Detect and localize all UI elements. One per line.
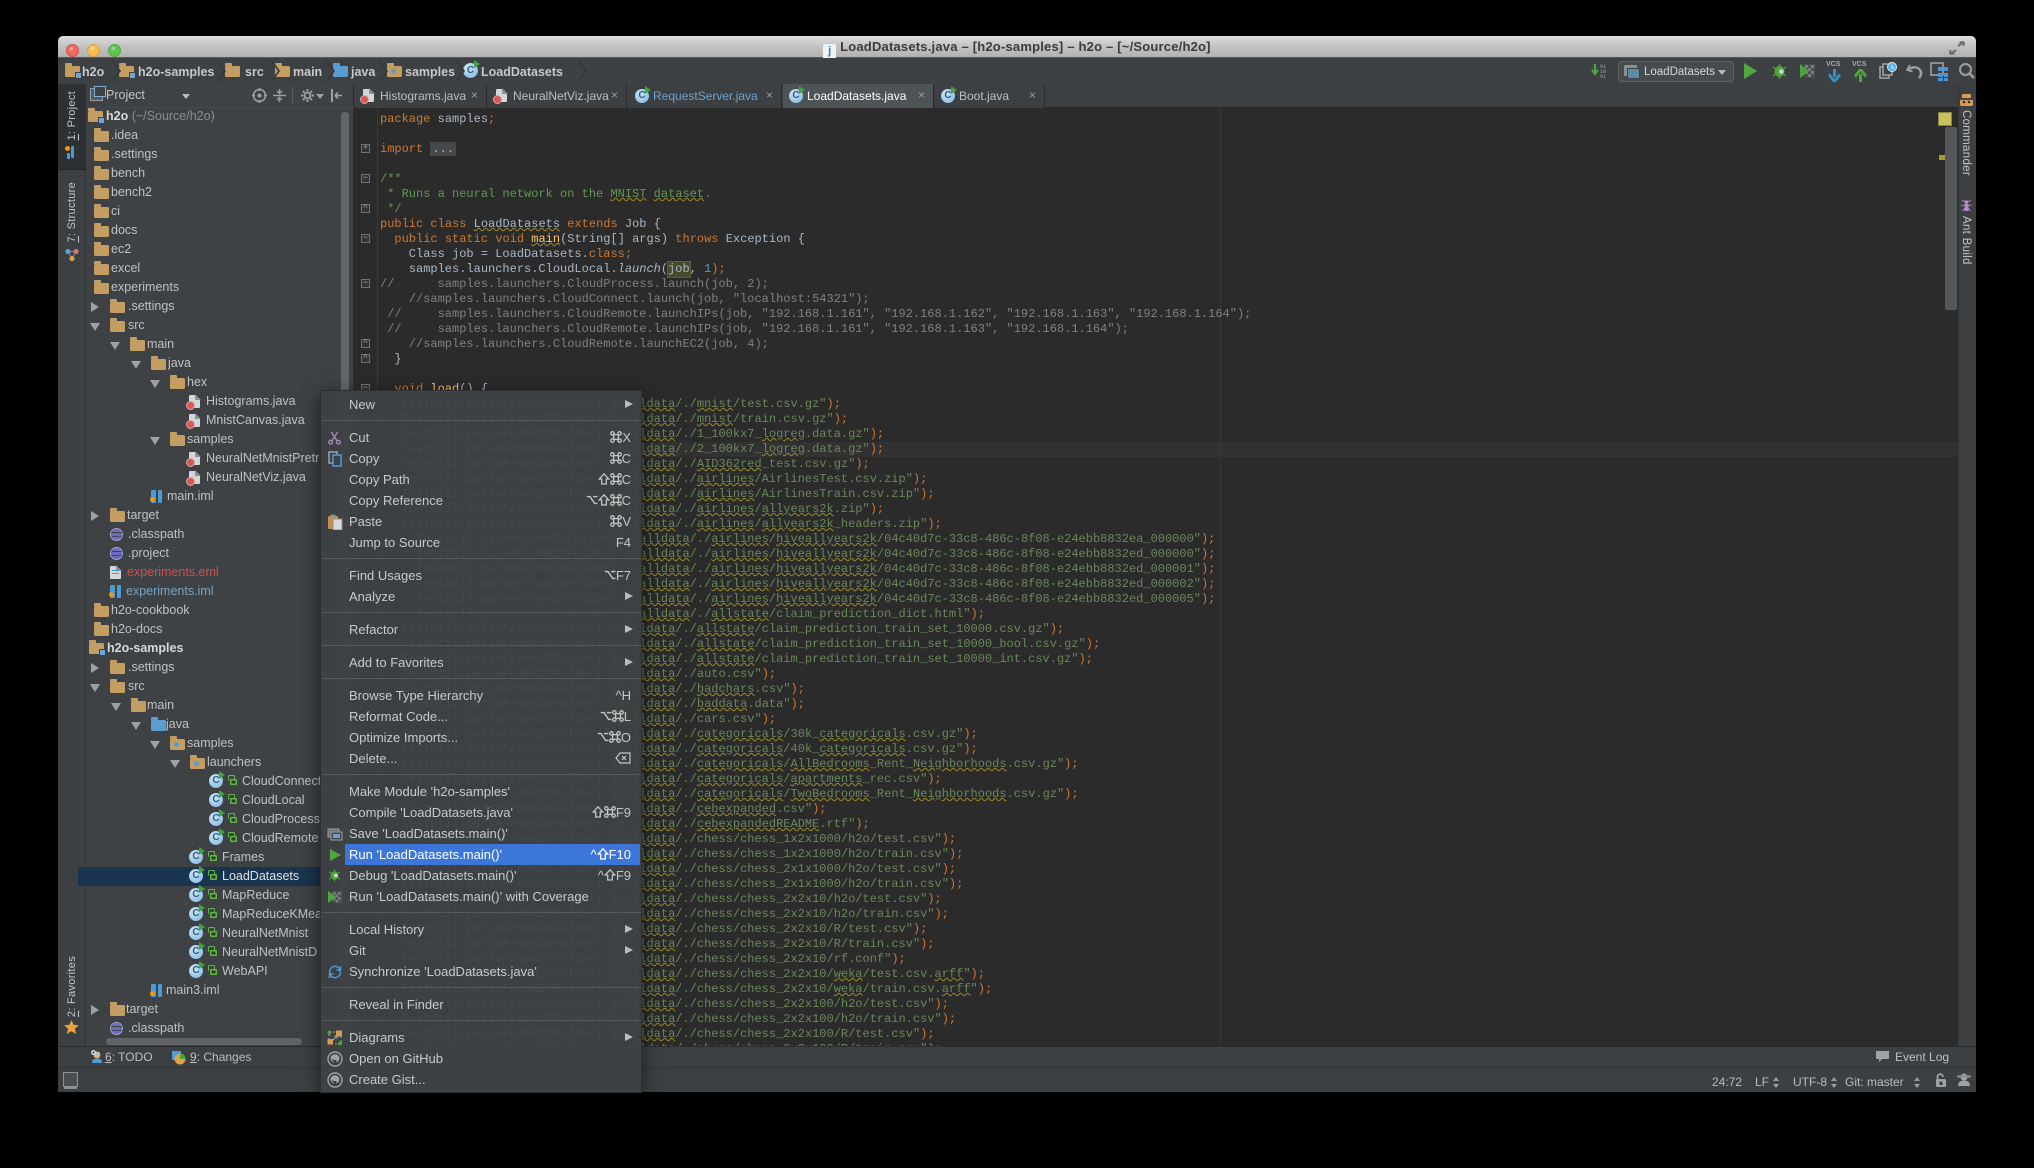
svg-text:01: 01 xyxy=(1600,74,1606,80)
